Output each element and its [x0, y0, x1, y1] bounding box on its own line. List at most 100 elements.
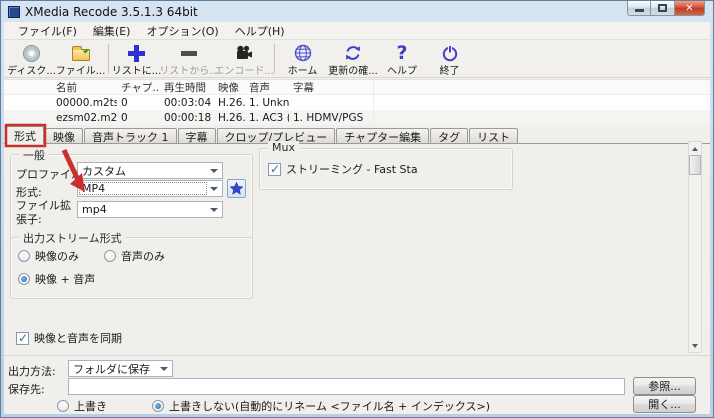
radio-no-overwrite[interactable]: 上書きしない(自動的にリネーム <ファイル名 + インデックス>)	[152, 398, 490, 414]
mux-group-title: Mux	[268, 141, 299, 154]
power-icon	[441, 44, 459, 62]
streaming-faststart-checkbox[interactable]: ストリーミング - Fast Sta	[268, 161, 418, 177]
globe-icon	[294, 44, 312, 62]
general-group-title: 一般	[19, 147, 49, 163]
cell-name: 00000.m2ts	[52, 97, 117, 109]
toolbar-check-update-button[interactable]: 更新の確...	[327, 41, 379, 77]
star-icon	[230, 182, 243, 195]
tab-video[interactable]: 映像	[45, 128, 83, 144]
output-method-select[interactable]: フォルダに保存	[68, 360, 173, 377]
app-icon	[8, 6, 20, 18]
toolbar-separator	[108, 44, 109, 74]
cell-audio: 1. Unknow...	[245, 97, 289, 109]
toolbar-open-file-button[interactable]: ファイル...	[56, 41, 105, 77]
menu-file[interactable]: ファイル(F)	[10, 22, 85, 40]
app-window: XMedia Recode 3.5.1.3 64bit ✕ ファイル(F) 編集…	[0, 0, 714, 418]
caption-buttons: ✕	[627, 1, 705, 16]
column-header-video[interactable]: 映像	[214, 80, 245, 95]
minus-icon	[181, 44, 197, 62]
sync-av-checkbox[interactable]: 映像と音声を同期	[16, 330, 122, 346]
toolbar-help-button[interactable]: ? ヘルプ	[379, 41, 425, 77]
profile-label: プロファイル:	[16, 166, 86, 182]
radio-icon	[18, 250, 30, 262]
toolbar: ディスク... ファイル... リストに... リストから... エンコード..…	[4, 41, 710, 78]
output-stream-group-title: 出力ストリーム形式	[19, 230, 126, 246]
close-button[interactable]: ✕	[675, 1, 705, 16]
toolbar-exit-button[interactable]: 終了	[425, 41, 474, 77]
maximize-button[interactable]	[651, 1, 675, 16]
browse-button[interactable]: 参照...	[633, 377, 696, 395]
refresh-icon	[344, 44, 362, 62]
destination-label: 保存先:	[8, 381, 45, 397]
minimize-button[interactable]	[627, 1, 651, 16]
cell-duration: 00:00:18	[160, 112, 214, 124]
favorite-format-button[interactable]	[227, 179, 246, 198]
chevron-down-icon	[160, 367, 168, 371]
scroll-down-button[interactable]	[689, 339, 701, 352]
vertical-scrollbar[interactable]	[688, 141, 702, 353]
toolbar-add-to-list-button[interactable]: リストに...	[112, 41, 161, 77]
checkbox-icon	[268, 163, 281, 176]
toolbar-home-button[interactable]: ホーム	[278, 41, 327, 77]
toolbar-separator	[274, 44, 275, 74]
format-label: 形式:	[16, 184, 42, 200]
checkbox-icon	[16, 332, 29, 345]
encode-camera-icon	[235, 44, 253, 62]
file-list-header: 名前 チャプ... 再生時間 映像 音声 字幕	[4, 80, 710, 95]
chevron-down-icon	[210, 187, 218, 191]
arrow-down-icon	[692, 344, 698, 348]
column-header-chapters[interactable]: チャプ...	[117, 80, 160, 95]
tab-list[interactable]: リスト	[469, 128, 518, 144]
column-header-name[interactable]: 名前	[52, 80, 117, 95]
tab-subtitle[interactable]: 字幕	[178, 128, 216, 144]
menu-help[interactable]: ヘルプ(H)	[227, 22, 293, 40]
table-row[interactable]: ezsm02.m2ts 0 00:00:18 H.26... 1. AC3 (D…	[4, 110, 710, 125]
radio-overwrite[interactable]: 上書き	[57, 398, 107, 414]
menu-edit[interactable]: 編集(E)	[85, 22, 139, 40]
help-icon: ?	[396, 44, 407, 62]
tab-bar: 形式 映像 音声トラック 1 字幕 クロップ/プレビュー チャプター編集 タグ …	[6, 126, 710, 144]
format-tab-page: 一般 プロファイル: カスタム 形式: MP4 ファイル拡張子: mp4	[4, 143, 710, 354]
tab-format[interactable]: 形式	[6, 126, 44, 144]
divider	[4, 355, 710, 356]
radio-audio-only[interactable]: 音声のみ	[104, 248, 165, 264]
column-header-audio[interactable]: 音声	[245, 80, 289, 95]
radio-video-only[interactable]: 映像のみ	[18, 248, 79, 264]
column-header-subtitle[interactable]: 字幕	[289, 80, 370, 95]
tab-chapter-edit[interactable]: チャプター編集	[336, 128, 429, 144]
scrollbar-thumb[interactable]	[689, 155, 701, 175]
destination-input[interactable]	[68, 378, 625, 395]
title-bar: XMedia Recode 3.5.1.3 64bit ✕	[1, 1, 713, 22]
radio-icon	[152, 400, 164, 412]
file-extension-label: ファイル拡張子:	[16, 199, 78, 227]
cell-video: H.26...	[214, 97, 245, 109]
plus-icon	[128, 44, 145, 62]
output-stream-groupbox: 出力ストリーム形式	[10, 237, 253, 299]
window-title: XMedia Recode 3.5.1.3 64bit	[25, 5, 198, 19]
toolbar-open-disc-button[interactable]: ディスク...	[7, 41, 56, 77]
table-row[interactable]: 00000.m2ts 0 00:03:04 H.26... 1. Unknow.…	[4, 95, 710, 110]
profile-select[interactable]: カスタム	[77, 162, 223, 179]
tab-audio-track-1[interactable]: 音声トラック 1	[84, 128, 177, 144]
scroll-up-button[interactable]	[689, 142, 701, 155]
radio-video-audio[interactable]: 映像 + 音声	[18, 271, 95, 287]
open-button[interactable]: 開く...	[633, 395, 696, 413]
tab-tags[interactable]: タグ	[430, 128, 468, 144]
disc-icon	[23, 44, 40, 62]
column-divider	[373, 80, 374, 125]
chevron-down-icon	[210, 208, 218, 212]
format-select[interactable]: MP4	[77, 180, 223, 197]
output-method-label: 出力方法:	[8, 363, 56, 379]
cell-audio: 1. AC3 (Dol...	[245, 112, 289, 124]
toolbar-remove-from-list-button: リストから...	[161, 41, 217, 77]
column-header-duration[interactable]: 再生時間	[160, 80, 214, 95]
radio-icon	[57, 400, 69, 412]
folder-icon	[72, 44, 90, 62]
cell-duration: 00:03:04	[160, 97, 214, 109]
menu-options[interactable]: オプション(O)	[138, 22, 226, 40]
cell-subtitle: 1. HDMV/PGS	[289, 112, 370, 124]
radio-icon	[104, 250, 116, 262]
file-list: 名前 チャプ... 再生時間 映像 音声 字幕 00000.m2ts 0 00:…	[4, 79, 710, 125]
file-extension-select[interactable]: mp4	[77, 201, 223, 218]
toolbar-encode-button: エンコード...	[217, 41, 271, 77]
